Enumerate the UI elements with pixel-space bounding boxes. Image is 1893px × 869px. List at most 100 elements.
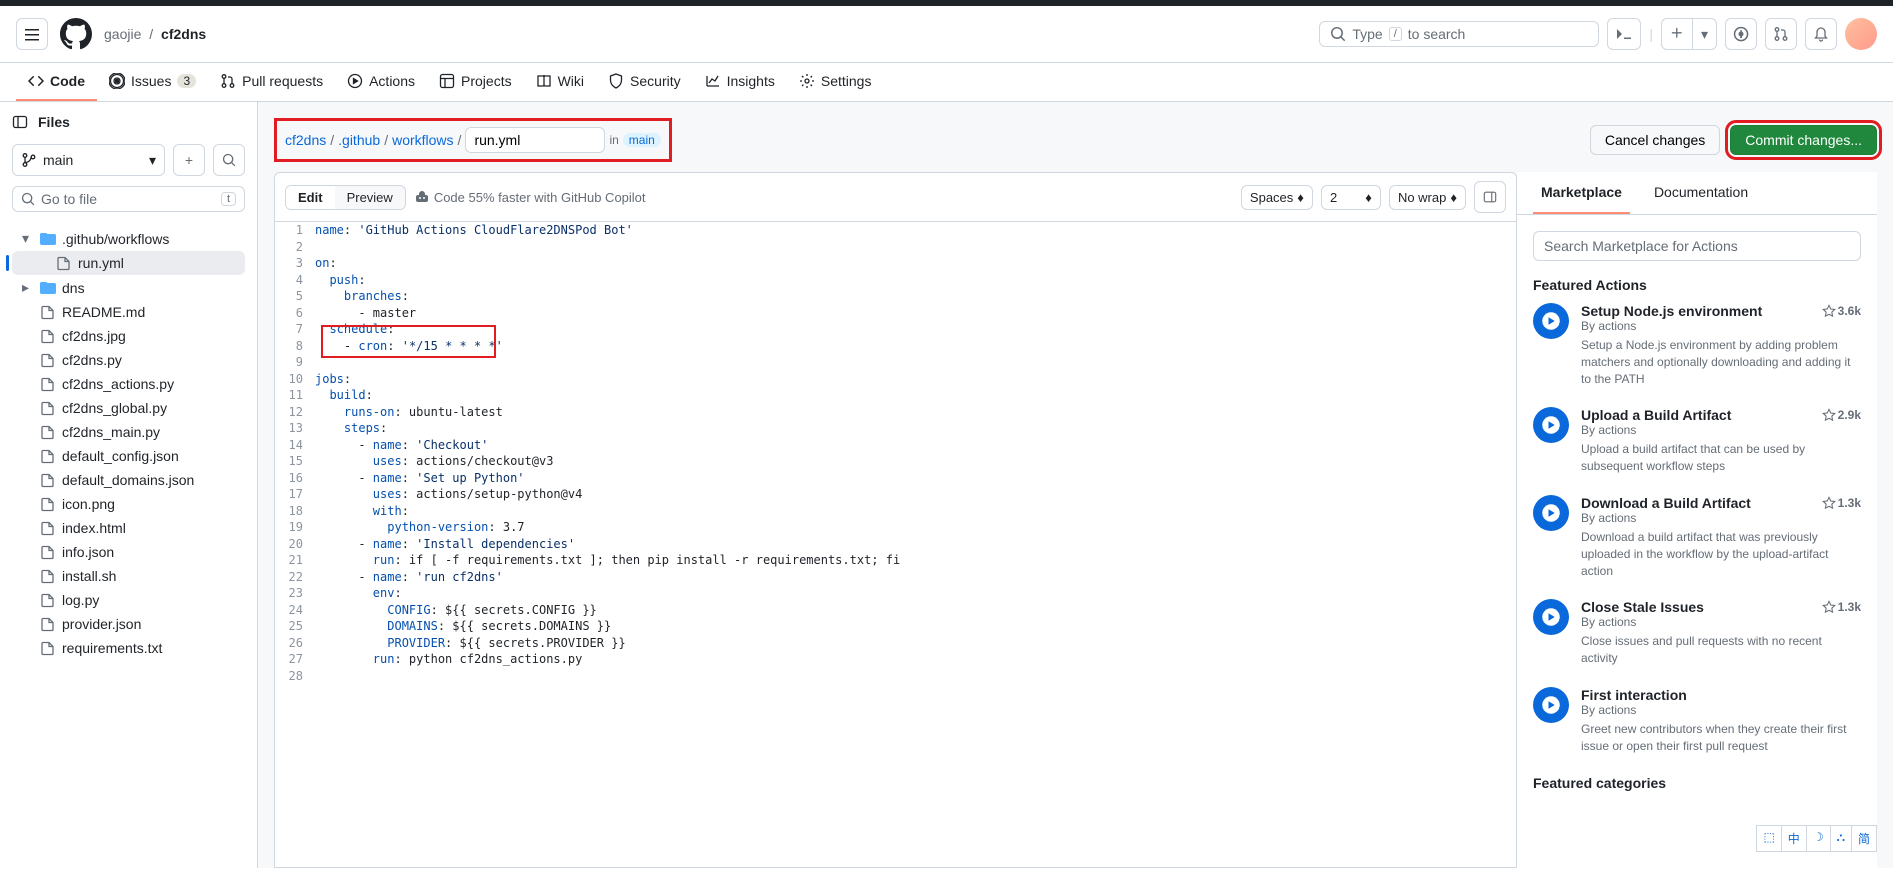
edit-tab[interactable]: Edit bbox=[286, 186, 335, 209]
star-count: 2.9k bbox=[1822, 407, 1861, 423]
branch-selector[interactable]: main ▾ bbox=[12, 144, 165, 176]
tree-file[interactable]: log.py bbox=[12, 588, 245, 612]
play-icon bbox=[1533, 495, 1569, 531]
play-icon bbox=[1533, 407, 1569, 443]
tree-file[interactable]: info.json bbox=[12, 540, 245, 564]
file-icon bbox=[56, 255, 72, 271]
marketplace-action-item[interactable]: Close Stale Issues 1.3k By actions Close… bbox=[1533, 599, 1861, 667]
tree-file[interactable]: icon.png bbox=[12, 492, 245, 516]
folder-icon bbox=[40, 280, 56, 296]
documentation-tab[interactable]: Documentation bbox=[1646, 172, 1756, 214]
tab-issues[interactable]: Issues3 bbox=[97, 63, 208, 101]
tree-file[interactable]: cf2dns_actions.py bbox=[12, 372, 245, 396]
marketplace-action-item[interactable]: Download a Build Artifact 1.3k By action… bbox=[1533, 495, 1861, 579]
goto-file-input[interactable]: Go to file t bbox=[12, 186, 245, 212]
file-icon bbox=[40, 640, 56, 656]
tab-code[interactable]: Code bbox=[16, 63, 97, 101]
branch-icon bbox=[21, 152, 37, 168]
tab-settings[interactable]: Settings bbox=[787, 63, 884, 101]
tree-file[interactable]: cf2dns.jpg bbox=[12, 324, 245, 348]
preview-tab[interactable]: Preview bbox=[335, 186, 405, 209]
tree-file[interactable]: README.md bbox=[12, 300, 245, 324]
filename-input[interactable] bbox=[465, 127, 605, 153]
ime-button[interactable]: 简 bbox=[1851, 826, 1876, 851]
path-seg-link[interactable]: workflows bbox=[392, 132, 453, 148]
repo-breadcrumb: gaojie / cf2dns bbox=[104, 26, 206, 42]
path-repo-link[interactable]: cf2dns bbox=[285, 132, 326, 148]
tree-file[interactable]: default_config.json bbox=[12, 444, 245, 468]
path-seg-link[interactable]: .github bbox=[338, 132, 380, 148]
file-icon bbox=[40, 376, 56, 392]
play-icon bbox=[1533, 599, 1569, 635]
file-icon bbox=[40, 424, 56, 440]
wrap-mode-select[interactable]: No wrap ♦ bbox=[1389, 185, 1466, 210]
file-icon bbox=[40, 592, 56, 608]
tree-folder[interactable]: ▸dns bbox=[12, 275, 245, 300]
tree-file[interactable]: requirements.txt bbox=[12, 636, 245, 660]
tree-file[interactable]: provider.json bbox=[12, 612, 245, 636]
ime-button[interactable]: ⬚ bbox=[1757, 826, 1780, 851]
tree-folder[interactable]: ▾.github/workflows bbox=[12, 226, 245, 251]
tab-actions[interactable]: Actions bbox=[335, 63, 427, 101]
file-icon bbox=[40, 352, 56, 368]
marketplace-action-item[interactable]: First interaction By actions Greet new c… bbox=[1533, 687, 1861, 755]
tree-file[interactable]: cf2dns.py bbox=[12, 348, 245, 372]
file-sidebar: Files main ▾ + Go to file t ▾.github/wor… bbox=[0, 102, 258, 868]
tab-pull-requests[interactable]: Pull requests bbox=[208, 63, 335, 101]
indent-mode-select[interactable]: Spaces ♦ bbox=[1241, 185, 1313, 210]
notifications-button[interactable] bbox=[1805, 18, 1837, 50]
tab-insights[interactable]: Insights bbox=[693, 63, 787, 101]
search-icon bbox=[21, 192, 35, 206]
star-count: 1.3k bbox=[1822, 599, 1861, 615]
marketplace-action-item[interactable]: Upload a Build Artifact 2.9k By actions … bbox=[1533, 407, 1861, 475]
search-files-button[interactable] bbox=[213, 144, 245, 176]
tab-security[interactable]: Security bbox=[596, 63, 693, 101]
add-file-button[interactable]: + bbox=[173, 144, 205, 176]
commit-changes-button[interactable]: Commit changes... bbox=[1730, 125, 1877, 155]
file-icon bbox=[40, 544, 56, 560]
file-icon bbox=[40, 472, 56, 488]
file-icon bbox=[40, 496, 56, 512]
user-avatar[interactable] bbox=[1845, 18, 1877, 50]
cancel-button[interactable]: Cancel changes bbox=[1590, 125, 1720, 155]
hamburger-menu-button[interactable] bbox=[16, 18, 48, 50]
file-icon bbox=[40, 400, 56, 416]
tab-wiki[interactable]: Wiki bbox=[524, 63, 596, 101]
github-logo[interactable] bbox=[60, 18, 92, 50]
copilot-hint[interactable]: Code 55% faster with GitHub Copilot bbox=[414, 189, 646, 205]
branch-chip: main bbox=[623, 133, 661, 147]
tree-file[interactable]: install.sh bbox=[12, 564, 245, 588]
tree-file[interactable]: default_domains.json bbox=[12, 468, 245, 492]
search-icon bbox=[1330, 26, 1346, 42]
marketplace-tab[interactable]: Marketplace bbox=[1533, 172, 1630, 214]
tree-file[interactable]: index.html bbox=[12, 516, 245, 540]
repo-tab-nav: Code Issues3 Pull requests Actions Proje… bbox=[0, 63, 1893, 102]
ime-button[interactable]: ⛬ bbox=[1830, 826, 1851, 851]
ime-button[interactable]: ☽ bbox=[1806, 826, 1830, 851]
repo-name-link[interactable]: cf2dns bbox=[161, 26, 206, 42]
star-count: 1.3k bbox=[1822, 495, 1861, 511]
chevron-down-icon: ▾ bbox=[1693, 26, 1716, 43]
global-search[interactable]: Type / to search bbox=[1319, 21, 1599, 47]
command-palette-button[interactable] bbox=[1607, 18, 1641, 50]
file-icon bbox=[40, 616, 56, 632]
sidebar-toggle-icon[interactable] bbox=[12, 114, 28, 130]
marketplace-action-item[interactable]: Setup Node.js environment 3.6k By action… bbox=[1533, 303, 1861, 387]
code-editor[interactable]: 1name: 'GitHub Actions CloudFlare2DNSPod… bbox=[274, 222, 1517, 868]
create-new-button[interactable]: ▾ bbox=[1661, 18, 1717, 50]
star-count: 3.6k bbox=[1822, 303, 1861, 319]
ime-button[interactable]: 中 bbox=[1781, 826, 1806, 851]
tab-projects[interactable]: Projects bbox=[427, 63, 524, 101]
issues-icon-button[interactable] bbox=[1725, 18, 1757, 50]
editor-settings-button[interactable] bbox=[1474, 181, 1506, 213]
indent-size-select[interactable]: 2 ♦ bbox=[1321, 185, 1381, 210]
folder-icon bbox=[40, 231, 56, 247]
marketplace-search[interactable]: Search Marketplace for Actions bbox=[1533, 231, 1861, 261]
tree-file[interactable]: cf2dns_main.py bbox=[12, 420, 245, 444]
tree-file[interactable]: run.yml bbox=[12, 251, 245, 275]
repo-owner-link[interactable]: gaojie bbox=[104, 26, 141, 42]
pull-requests-icon-button[interactable] bbox=[1765, 18, 1797, 50]
tree-file[interactable]: cf2dns_global.py bbox=[12, 396, 245, 420]
file-path-editor: cf2dns/ .github/ workflows/ in main bbox=[274, 118, 672, 162]
file-icon bbox=[40, 328, 56, 344]
